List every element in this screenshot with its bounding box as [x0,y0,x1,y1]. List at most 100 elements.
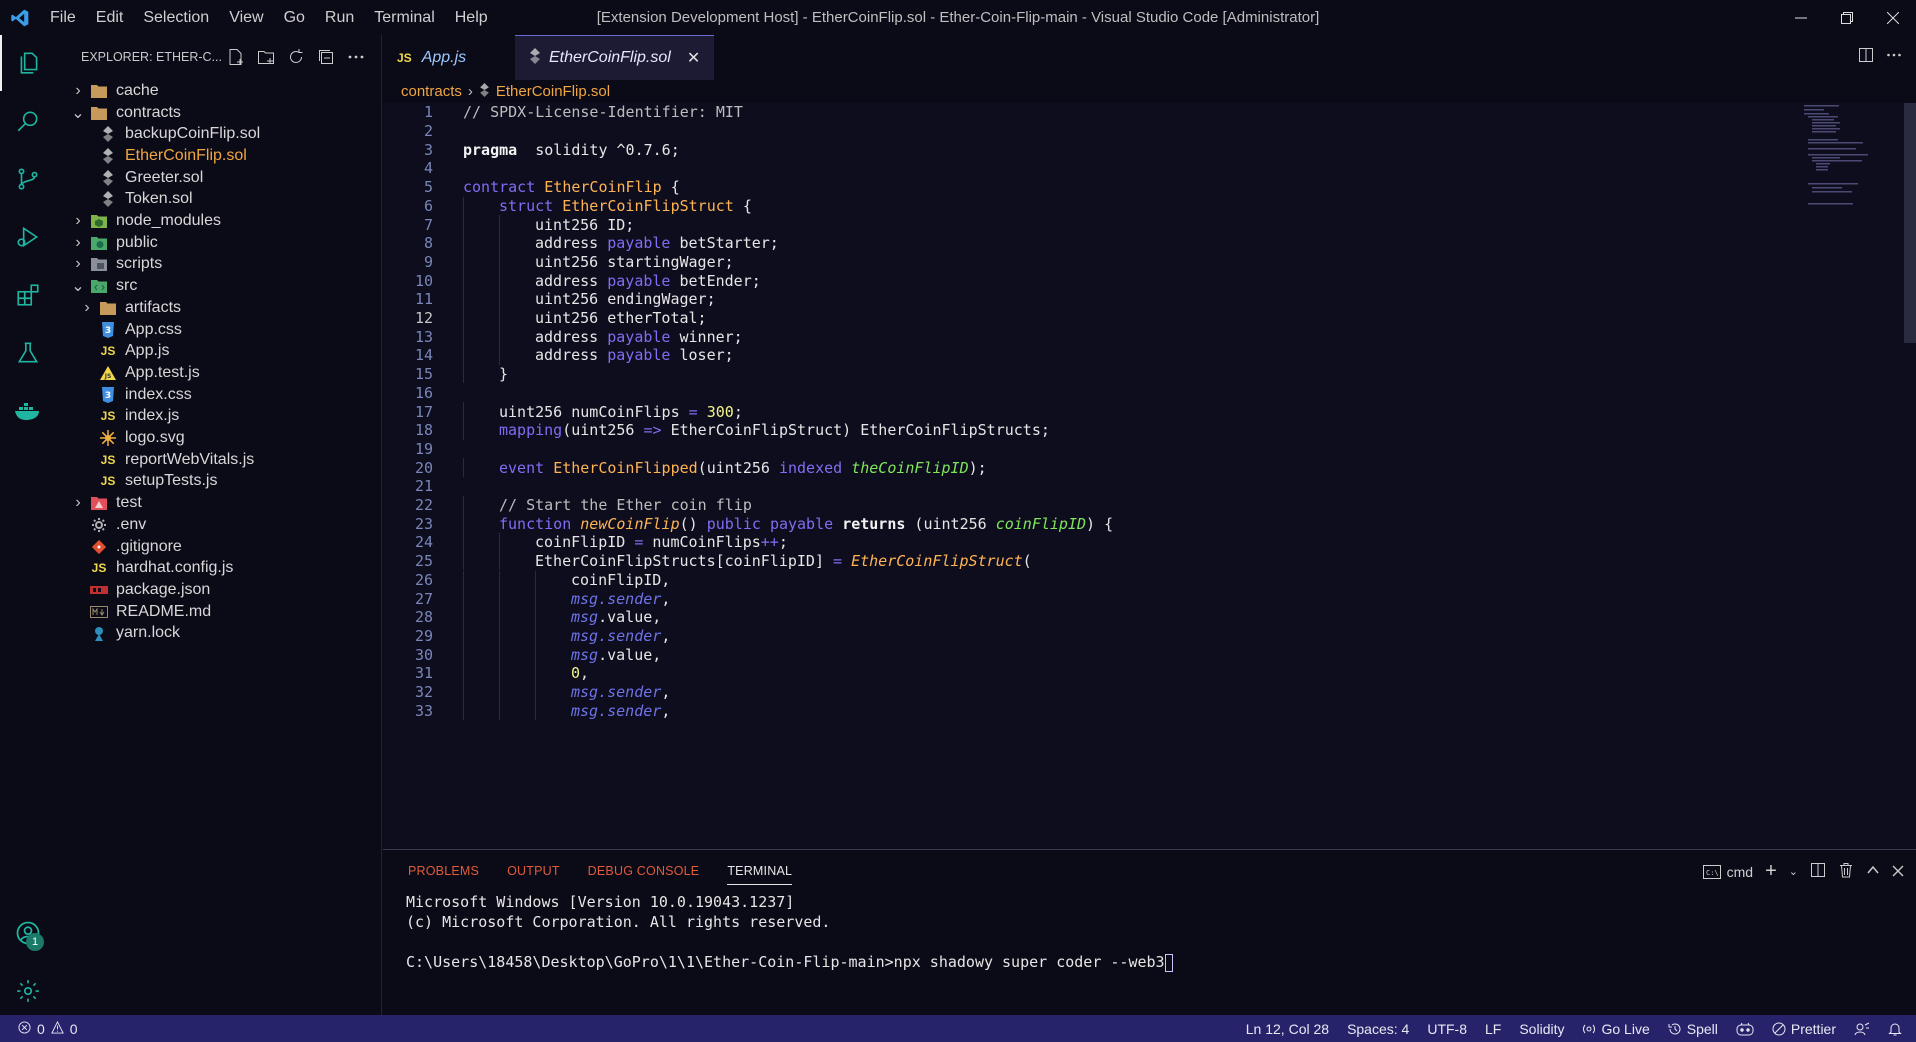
breadcrumb-file[interactable]: EtherCoinFlip.sol [496,83,610,100]
terminal-shell-selector[interactable]: C:\ cmd [1702,864,1753,880]
tree-folder-public[interactable]: › public [56,232,381,254]
extensions-icon[interactable] [0,267,56,323]
code-line[interactable]: 17 uint256 numCoinFlips = 300; [383,402,1783,421]
tree-file-logo-svg[interactable]: logo.svg [56,427,381,449]
code-line[interactable]: 20 event EtherCoinFlipped(uint256 indexed… [383,458,1783,477]
encoding[interactable]: UTF-8 [1427,1021,1467,1037]
new-folder-icon[interactable] [255,46,277,68]
trash-icon[interactable] [1838,862,1854,881]
code-line[interactable]: 12 uint256 etherTotal; [383,309,1783,328]
tree-file-backupcoinflip-sol[interactable]: backupCoinFlip.sol [56,123,381,145]
code-line[interactable]: 4 [383,159,1783,178]
problems-indicator[interactable]: 0 0 [0,1020,78,1037]
menu-item-go[interactable]: Go [274,0,315,35]
tree-file-app-js[interactable]: JS App.js [56,340,381,362]
docker-icon[interactable] [0,383,56,439]
tab-ethercoinflip-sol[interactable]: EtherCoinFlip.sol ✕ [515,35,715,80]
search-icon[interactable] [0,93,56,149]
code-line[interactable]: 10 address payable betEnder; [383,271,1783,290]
close-tab-icon[interactable]: ✕ [687,48,700,68]
terminal-output[interactable]: Microsoft Windows [Version 10.0.19043.12… [383,892,1916,972]
tree-file-package-json[interactable]: package.json [56,579,381,601]
tree-file-hardhat-config-js[interactable]: JS hardhat.config.js [56,557,381,579]
chevron-down-icon[interactable]: ⌄ [1789,865,1798,878]
tree-folder-cache[interactable]: › cache [56,80,381,102]
code-line[interactable]: 16 [383,384,1783,403]
accounts-icon[interactable]: 1 [0,905,56,961]
code-line[interactable]: 21 [383,477,1783,496]
menu-item-file[interactable]: File [40,0,86,35]
code-line[interactable]: 24 coinFlipID = numCoinFlips++; [383,533,1783,552]
code-line[interactable]: 8 address payable betStarter; [383,234,1783,253]
collapse-all-icon[interactable] [315,46,337,68]
tree-file-reportwebvitals-js[interactable]: JS reportWebVitals.js [56,449,381,471]
tree-folder-artifacts[interactable]: › artifacts [56,297,381,319]
code-line[interactable]: 3 pragma solidity ^0.7.6; [383,140,1783,159]
code-line[interactable]: 5 contract EtherCoinFlip { [383,178,1783,197]
tab-terminal[interactable]: TERMINAL [727,864,793,885]
menu-item-view[interactable]: View [219,0,273,35]
tab-output[interactable]: OUTPUT [507,864,560,878]
end-of-line[interactable]: LF [1485,1021,1501,1037]
feedback-icon[interactable] [1854,1022,1870,1036]
code-line[interactable]: 32 msg.sender, [383,683,1783,702]
tab-problems[interactable]: PROBLEMS [408,864,479,878]
code-line[interactable]: 27 msg.sender, [383,589,1783,608]
tree-folder-test[interactable]: › test [56,492,381,514]
tree-folder-scripts[interactable]: › scripts [56,254,381,276]
code-line[interactable]: 28 msg.value, [383,608,1783,627]
maximize-panel-icon[interactable] [1866,863,1880,880]
prettier-button[interactable]: Prettier [1772,1021,1836,1037]
tree-file-ethercoinflip-sol[interactable]: EtherCoinFlip.sol [56,145,381,167]
tree-file-yarn-lock[interactable]: yarn.lock [56,623,381,645]
code-line[interactable]: 19 [383,440,1783,459]
new-terminal-icon[interactable]: + [1765,860,1777,883]
testing-icon[interactable] [0,325,56,381]
cursor-position[interactable]: Ln 12, Col 28 [1246,1021,1329,1037]
notifications-bell-icon[interactable] [1888,1022,1902,1036]
new-file-icon[interactable] [225,46,247,68]
tree-file-token-sol[interactable]: Token.sol [56,189,381,211]
code-line[interactable]: 30 msg.value, [383,645,1783,664]
menu-item-selection[interactable]: Selection [133,0,219,35]
code-line[interactable]: 25 EtherCoinFlipStructs[coinFlipID] = Eth… [383,552,1783,571]
go-live-button[interactable]: Go Live [1582,1021,1650,1037]
code-line[interactable]: 2 [383,122,1783,141]
explorer-icon[interactable] [0,35,56,91]
minimap[interactable] [1794,103,1904,303]
indentation[interactable]: Spaces: 4 [1347,1021,1409,1037]
refresh-icon[interactable] [285,46,307,68]
code-line[interactable]: 31 0, [383,664,1783,683]
close-window-icon[interactable] [1870,0,1916,35]
tree-file-gitignore[interactable]: .gitignore [56,536,381,558]
editor-scrollbar[interactable] [1904,103,1916,343]
code-line[interactable]: 29 msg.sender, [383,627,1783,646]
code-line[interactable]: 33 msg.sender, [383,701,1783,720]
tree-file-greeter-sol[interactable]: Greeter.sol [56,167,381,189]
menu-item-help[interactable]: Help [445,0,498,35]
breadcrumb-folder[interactable]: contracts [401,83,462,100]
code-line[interactable]: 9 uint256 startingWager; [383,253,1783,272]
tab-app-js[interactable]: JS App.js [383,35,515,80]
code-line[interactable]: 1 // SPDX-License-Identifier: MIT [383,103,1783,122]
copilot-icon[interactable] [1736,1022,1754,1036]
more-actions-icon[interactable] [345,46,367,68]
tree-file-env[interactable]: .env [56,514,381,536]
code-line[interactable]: 6 struct EtherCoinFlipStruct { [383,197,1783,216]
run-debug-icon[interactable] [0,209,56,265]
tree-folder-src[interactable]: ⌄ src [56,275,381,297]
code-editor[interactable]: 1 // SPDX-License-Identifier: MIT 2 3 pragma… [383,103,1916,848]
code-line[interactable]: 7 uint256 ID; [383,215,1783,234]
restore-icon[interactable] [1824,0,1870,35]
tree-file-setuptests-js[interactable]: JS setupTests.js [56,471,381,493]
menu-item-run[interactable]: Run [315,0,364,35]
minimize-icon[interactable] [1778,0,1824,35]
tree-file-index-js[interactable]: JS index.js [56,406,381,428]
split-terminal-icon[interactable] [1810,862,1826,881]
tree-file-app-css[interactable]: 3 App.css [56,319,381,341]
tree-file-readme-md[interactable]: README.md [56,601,381,623]
code-line[interactable]: 15} [383,365,1783,384]
spell-button[interactable]: Spell [1668,1021,1718,1037]
split-editor-icon[interactable] [1858,47,1874,68]
tab-debug-console[interactable]: DEBUG CONSOLE [588,864,700,878]
